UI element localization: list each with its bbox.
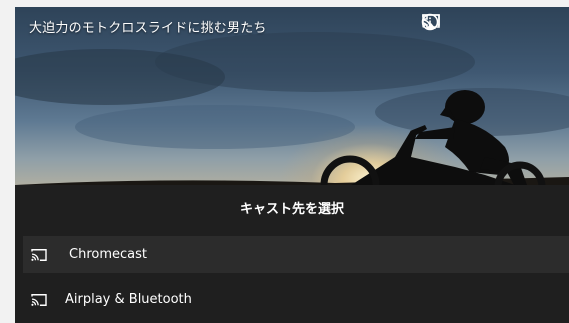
cast-icon[interactable] [422,13,541,35]
info-icon[interactable] [421,13,461,35]
device-item-chromecast[interactable]: Chromecast [23,236,569,273]
fullscreen-exit-icon[interactable] [423,13,569,35]
video-player[interactable]: 大迫力のモトクロスライドに挑む男たち キャスト先を選択 Chromecast A… [15,7,569,323]
video-frame[interactable]: 大迫力のモトクロスライドに挑む男たち [15,7,569,192]
device-item-airplay-bluetooth[interactable]: Airplay & Bluetooth [23,281,569,318]
airplay-icon[interactable] [422,13,501,35]
cast-device-sheet: キャスト先を選択 Chromecast Airplay & Bluetooth [15,185,569,323]
sheet-title: キャスト先を選択 [239,202,344,217]
device-label: Airplay & Bluetooth [65,292,192,307]
cast-icon [30,248,48,262]
device-label: Chromecast [69,247,147,262]
cast-icon [30,293,48,307]
player-controls [421,13,569,35]
video-title: 大迫力のモトクロスライドに挑む男たち [29,21,267,36]
